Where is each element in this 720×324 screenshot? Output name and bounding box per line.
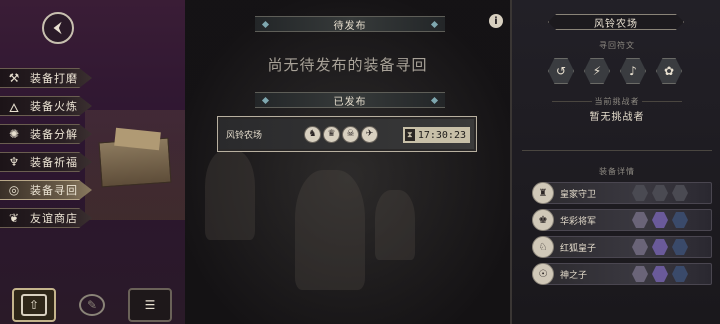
weapon-slot-icon[interactable] [632, 239, 648, 255]
hero-name: 华彩将军 [560, 216, 597, 227]
rune-icon[interactable]: ♪ [620, 58, 646, 84]
published-header: 已发布 [255, 92, 445, 108]
break-icon: ✺ [8, 127, 20, 141]
accessory-slot-icon[interactable] [672, 185, 688, 201]
hero-name: 皇家守卫 [560, 189, 597, 200]
menu-label: 装备火炼 [30, 100, 78, 113]
hero-avatar: ♞ [304, 125, 321, 143]
list-icon: ☰ [144, 298, 156, 312]
menu-label: 装备寻回 [30, 184, 78, 197]
divider [522, 150, 712, 151]
info-icon[interactable]: i [489, 14, 503, 28]
menu-label: 装备祈福 [30, 156, 78, 169]
armor-slot-icon[interactable] [652, 212, 668, 228]
rune-icon[interactable]: ✿ [656, 58, 682, 84]
upload-button[interactable]: ⇧ [12, 288, 56, 322]
hero-avatar: ✈ [361, 125, 378, 143]
menu-label: 装备打磨 [30, 72, 78, 85]
flame-icon: 🜂 [8, 100, 20, 115]
rune-label: 寻回符文 [599, 41, 635, 50]
hammer-icon: ⚒ [8, 71, 20, 85]
hourglass-icon: ⧗ [404, 129, 415, 141]
hero-avatar: ♛ [323, 125, 340, 143]
fox-icon: ❦ [8, 211, 20, 225]
menu-item-dismantle[interactable]: ✺ 装备分解 [0, 124, 92, 144]
armor-slot-icon[interactable] [652, 239, 668, 255]
hero-name: 神之子 [560, 270, 588, 281]
accessory-slot-icon[interactable] [672, 212, 688, 228]
weapon-slot-icon[interactable] [632, 266, 648, 282]
published-quest-row[interactable]: 风铃农场 ♞ ♛ ☠ ✈ ⧗ 17:30:23 [217, 116, 477, 152]
timer-value: 17:30:23 [417, 129, 466, 141]
quest-name: 风铃农场 [226, 130, 263, 141]
rune-icon[interactable]: ↺ [548, 58, 574, 84]
background-figure [375, 190, 415, 260]
challenger-value: 暂无挑战者 [589, 112, 645, 123]
hero-avatar: ♘ [532, 236, 554, 258]
menu-label: 友谊商店 [30, 212, 78, 225]
accessory-slot-icon[interactable] [672, 266, 688, 282]
equipment-row[interactable]: ☉ 神之子 [532, 263, 712, 285]
equipment-row[interactable]: ♚ 华彩将军 [532, 209, 712, 231]
location-title: 风铃农场 [548, 14, 684, 30]
quest-timer: ⧗ 17:30:23 [402, 127, 470, 143]
weapon-slot-icon[interactable] [632, 212, 648, 228]
right-detail-panel: 风铃农场 寻回符文 ↺ ⚡ ♪ ✿ 当前挑战者 暂无挑战者 装备详情 ♜ 皇家守… [510, 0, 720, 324]
armor-slot-icon[interactable] [652, 185, 668, 201]
menu-label: 装备分解 [30, 128, 78, 141]
menu-item-forge[interactable]: 🜂 装备火炼 [0, 96, 92, 116]
left-sidebar: ⚒ 装备打磨 🜂 装备火炼 ✺ 装备分解 ♆ 装备祈福 ◎ 装备寻回 ❦ 友谊商… [0, 0, 185, 324]
divider [642, 101, 682, 102]
hero-avatar: ♚ [532, 209, 554, 231]
back-button[interactable] [42, 12, 74, 44]
feather-icon: ✎ [79, 294, 105, 316]
armor-slot-icon[interactable] [652, 266, 668, 282]
center-panel: 待发布 i 尚无待发布的装备寻回 已发布 风铃农场 ♞ ♛ ☠ ✈ ⧗ 17:3… [185, 0, 510, 324]
upload-icon: ⇧ [21, 294, 47, 316]
accessory-slot-icon[interactable] [672, 239, 688, 255]
menu-item-polish[interactable]: ⚒ 装备打磨 [0, 68, 92, 88]
empty-message: 尚无待发布的装备寻回 [267, 56, 428, 74]
equipment-list: ♜ 皇家守卫 ♚ 华彩将军 ♘ 红狐皇子 ☉ 神之子 [532, 182, 712, 290]
back-arrow-icon [53, 21, 62, 35]
equip-label: 装备详情 [599, 167, 635, 176]
background-figure [205, 150, 255, 240]
feather-button[interactable]: ✎ [70, 288, 114, 322]
quest-avatars: ♞ ♛ ☠ ✈ [304, 125, 378, 143]
hero-avatar: ☉ [532, 263, 554, 285]
menu-item-bless[interactable]: ♆ 装备祈福 [0, 152, 92, 172]
equipment-row[interactable]: ♜ 皇家守卫 [532, 182, 712, 204]
equipment-row[interactable]: ♘ 红狐皇子 [532, 236, 712, 258]
hero-name: 红狐皇子 [560, 243, 597, 254]
rune-row: ↺ ⚡ ♪ ✿ [548, 58, 682, 84]
menu-item-friend-shop[interactable]: ❦ 友谊商店 [0, 208, 92, 228]
hero-avatar: ☠ [342, 125, 359, 143]
pending-header: 待发布 [255, 16, 445, 32]
menu-item-retrieve[interactable]: ◎ 装备寻回 [0, 180, 92, 200]
weapon-slot-icon[interactable] [632, 185, 648, 201]
rune-icon[interactable]: ⚡ [584, 58, 610, 84]
pray-icon: ♆ [8, 155, 20, 169]
hero-avatar: ♜ [532, 182, 554, 204]
list-button[interactable]: ☰ [128, 288, 172, 322]
challenger-label: 当前挑战者 [594, 97, 640, 106]
search-icon: ◎ [8, 183, 20, 197]
background-figure [295, 170, 365, 290]
